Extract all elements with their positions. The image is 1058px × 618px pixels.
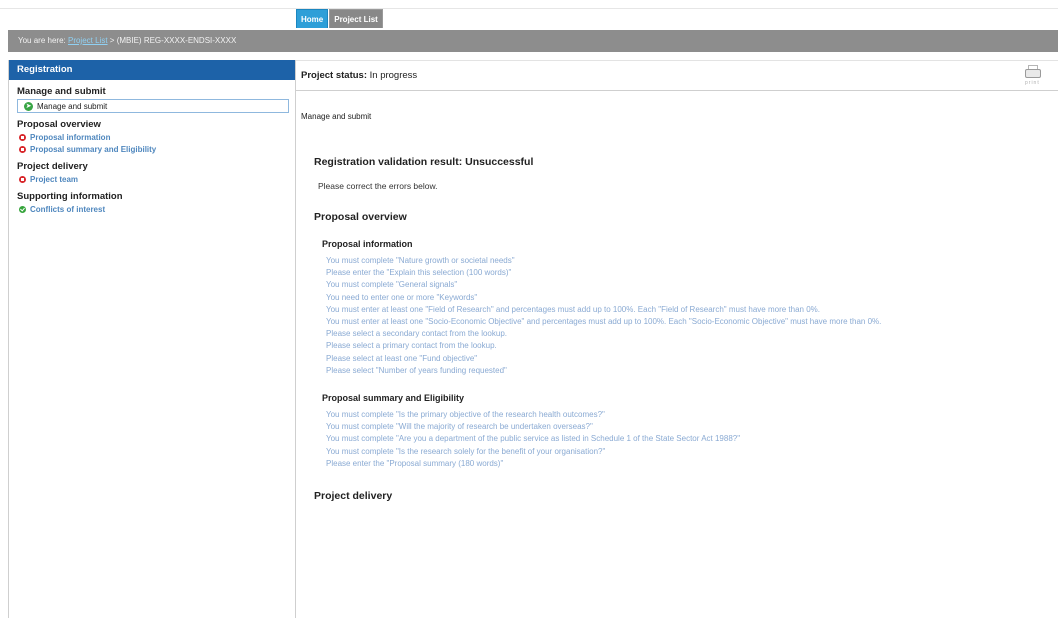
error-link[interactable]: Please select "Number of years funding r… (326, 365, 1054, 377)
sidebar-item-label: Conflicts of interest (30, 204, 106, 214)
breadcrumb-separator: > (109, 36, 115, 45)
validation-message: Please correct the errors below. (318, 181, 438, 191)
sidebar-group-title: Project delivery (17, 161, 88, 172)
error-link[interactable]: Please select a primary contact from the… (326, 340, 1054, 352)
error-link[interactable]: You must complete "Are you a department … (326, 433, 1054, 445)
sidebar-item-project-team[interactable]: Project team (17, 173, 295, 185)
breadcrumb-current: (MBIE) REG-XXXX-ENDSI-XXXX (116, 36, 237, 45)
arrow-right-icon: ➤ (24, 101, 33, 111)
page-title: Manage and submit (301, 112, 372, 121)
error-link[interactable]: You must complete "Is the primary object… (326, 409, 1054, 421)
error-status-icon (19, 133, 26, 141)
error-link[interactable]: You must complete "Will the majority of … (326, 421, 1054, 433)
error-link[interactable]: You must enter at least one "Field of Re… (326, 304, 1054, 316)
error-link[interactable]: Please enter the "Proposal summary (180 … (326, 458, 1054, 470)
error-status-icon (19, 145, 26, 153)
section-title-project-delivery: Project delivery (314, 490, 393, 503)
sidebar-item-manage-and-submit[interactable]: ➤ Manage and submit (17, 99, 289, 113)
top-tabs: Home Project List (296, 9, 383, 28)
sidebar-group-title: Proposal overview (17, 119, 101, 130)
sidebar-group-proposal-overview: Proposal overview Proposal information P… (9, 119, 295, 155)
error-list-proposal-information: You must complete "Nature growth or soci… (326, 255, 1054, 377)
section-title-proposal-overview: Proposal overview (314, 211, 407, 223)
sidebar-item-conflicts-of-interest[interactable]: Conflicts of interest (17, 203, 295, 215)
error-link[interactable]: You must complete "General signals" (326, 279, 1054, 291)
error-link[interactable]: You need to enter one or more "Keywords" (326, 292, 1054, 304)
sidebar-group-supporting-information: Supporting information Conflicts of inte… (9, 191, 295, 215)
error-list-proposal-summary: You must complete "Is the primary object… (326, 409, 1054, 470)
breadcrumb: You are here: Project List > (MBIE) REG-… (8, 30, 1058, 52)
printer-icon[interactable]: print (1022, 65, 1044, 89)
sidebar-item-label: Proposal information (30, 132, 111, 142)
sidebar-item-label: Proposal summary and Eligibility (30, 144, 157, 154)
sidebar-group-project-delivery: Project delivery Project team (9, 161, 295, 185)
error-link[interactable]: Please select a secondary contact from t… (326, 328, 1054, 340)
project-status-value: In progress (369, 70, 418, 81)
printer-label: print (1025, 80, 1040, 86)
sidebar-group-manage: Manage and submit ➤ Manage and submit (9, 86, 295, 113)
validation-results: Registration validation result: Unsucces… (314, 156, 1054, 502)
error-link[interactable]: Please select at least one "Fund objecti… (326, 353, 1054, 365)
error-link[interactable]: You must complete "Is the research solel… (326, 446, 1054, 458)
error-link[interactable]: Please enter the "Explain this selection… (326, 267, 1054, 279)
breadcrumb-prefix: You are here: (18, 36, 66, 45)
top-divider (0, 8, 1058, 9)
tab-home[interactable]: Home (296, 9, 329, 28)
project-status-label: Project status: (301, 70, 367, 81)
sidebar-group-title: Supporting information (17, 191, 123, 202)
sidebar: Registration Manage and submit ➤ Manage … (8, 60, 296, 618)
subsection-title-proposal-summary: Proposal summary and Eligibility (322, 393, 465, 404)
tab-project-list[interactable]: Project List (329, 9, 383, 28)
printer-body-shape (1025, 69, 1041, 78)
subsection-title-proposal-information: Proposal information (322, 239, 413, 249)
ok-status-icon (19, 205, 26, 213)
error-status-icon (19, 175, 26, 183)
sidebar-group-title: Manage and submit (17, 86, 106, 97)
project-status: Project status: In progress (301, 70, 417, 81)
breadcrumb-link-project-list[interactable]: Project List (68, 36, 108, 45)
sidebar-item-proposal-information[interactable]: Proposal information (17, 131, 295, 143)
error-link[interactable]: You must enter at least one "Socio-Econo… (326, 316, 1054, 328)
validation-title: Registration validation result: Unsucces… (314, 156, 534, 168)
sidebar-item-label: Manage and submit (37, 101, 108, 111)
error-link[interactable]: You must complete "Nature growth or soci… (326, 255, 1054, 267)
project-status-bar: Project status: In progress print (296, 60, 1058, 91)
sidebar-item-label: Project team (30, 174, 79, 184)
sidebar-item-proposal-summary[interactable]: Proposal summary and Eligibility (17, 143, 295, 155)
sidebar-header: Registration (9, 60, 295, 80)
